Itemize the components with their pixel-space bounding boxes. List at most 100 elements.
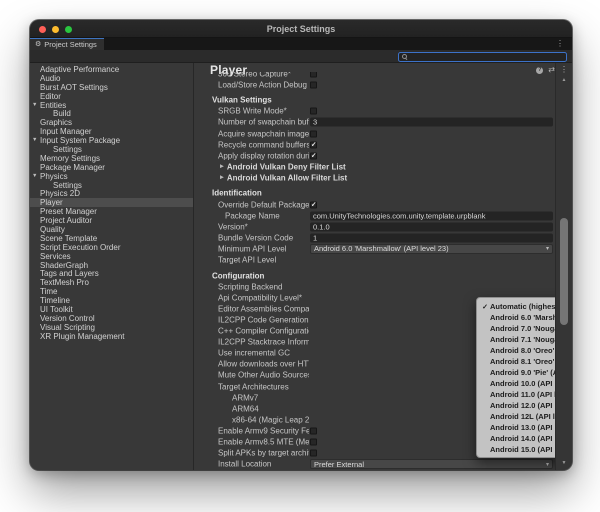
sidebar-item-memory-settings[interactable]: Memory Settings [30, 154, 193, 163]
sidebar-item-quality[interactable]: Quality [30, 225, 193, 234]
sidebar-item-time[interactable]: Time [30, 287, 193, 296]
tab-bar: ⚙ Project Settings ⋮ [30, 38, 572, 50]
sidebar-item-settings[interactable]: Settings [30, 181, 193, 190]
checkbox[interactable] [310, 427, 317, 434]
sidebar-item-version-control[interactable]: Version Control [30, 314, 193, 323]
scroll-down-icon[interactable]: ▼ [556, 460, 572, 466]
checkbox[interactable] [310, 108, 317, 115]
foldout-open-icon[interactable]: ▼ [32, 137, 37, 143]
checkbox[interactable] [310, 72, 317, 77]
sidebar-item-input-system-package[interactable]: ▼Input System Package [30, 136, 193, 145]
sidebar-item-label: Quality [40, 225, 65, 234]
sidebar-item-visual-scripting[interactable]: Visual Scripting [30, 323, 193, 332]
sidebar-item-label: Editor [40, 92, 61, 101]
sidebar-item-timeline[interactable]: Timeline [30, 296, 193, 305]
sidebar-item-build[interactable]: Build [30, 109, 193, 118]
dropdown[interactable]: Android 6.0 'Marshmallow' (API level 23)… [310, 244, 553, 254]
text-field[interactable]: 0.1.0 [310, 222, 553, 231]
maximize-button[interactable] [65, 26, 72, 33]
menu-item-android-13-0-api-level-33[interactable]: Android 13.0 (API level 33) [477, 422, 555, 433]
sidebar-item-scene-template[interactable]: Scene Template [30, 234, 193, 243]
sidebar-item-package-manager[interactable]: Package Manager [30, 163, 193, 172]
checkbox[interactable] [310, 81, 317, 88]
text-field[interactable]: 3 [310, 118, 553, 127]
sidebar-item-textmesh-pro[interactable]: TextMesh Pro [30, 278, 193, 287]
more-kebab-icon[interactable]: ⋮ [560, 66, 568, 74]
tab-label: Project Settings [44, 40, 97, 49]
setting-label: Split APKs by target architecture [218, 449, 309, 458]
menu-item-android-8-0-oreo-api-level-26[interactable]: Android 8.0 'Oreo' (API level 26) [477, 345, 555, 356]
sidebar-item-tags-and-layers[interactable]: Tags and Layers [30, 269, 193, 278]
sidebar-item-label: ShaderGraph [40, 261, 88, 270]
checkbox[interactable]: ✓ [310, 141, 317, 148]
foldout-row[interactable]: ▶Android Vulkan Allow Filter List [220, 173, 347, 182]
checkbox[interactable] [310, 439, 317, 446]
traffic-lights [39, 26, 72, 33]
setting-label: Apply display rotation during rendering [218, 151, 309, 160]
setting-label: Api Compatibility Level* [218, 293, 309, 302]
text-field[interactable]: 1 [310, 233, 553, 242]
foldout-closed-icon[interactable]: ▶ [220, 164, 224, 170]
foldout-row[interactable]: ▶Android Vulkan Deny Filter List [220, 162, 346, 171]
checkbox[interactable] [310, 450, 317, 457]
menu-item-android-15-0-api-level-35[interactable]: Android 15.0 (API level 35) [477, 444, 555, 455]
sidebar-item-physics-2d[interactable]: Physics 2D [30, 189, 193, 198]
foldout-open-icon[interactable]: ▼ [32, 173, 37, 179]
help-icon[interactable]: ? [536, 67, 543, 74]
menu-item-android-9-0-pie-api-level-28[interactable]: Android 9.0 'Pie' (API level 28) [477, 367, 555, 378]
menu-item-android-11-0-api-level-30[interactable]: Android 11.0 (API level 30) [477, 389, 555, 400]
titlebar[interactable]: Project Settings [30, 20, 572, 38]
menu-item-automatic-highest-installed[interactable]: ✓Automatic (highest installed) [477, 301, 555, 312]
checkbox[interactable] [310, 130, 317, 137]
sidebar-item-shadergraph[interactable]: ShaderGraph [30, 261, 193, 270]
sidebar-item-physics[interactable]: ▼Physics [30, 172, 193, 181]
search-input[interactable] [410, 53, 566, 61]
preset-icon[interactable]: ⇄ [548, 66, 555, 74]
foldout-closed-icon[interactable]: ▶ [220, 175, 224, 181]
setting-value: 1 [310, 233, 553, 242]
sidebar-item-services[interactable]: Services [30, 252, 193, 261]
menu-item-android-12l-api-level-32[interactable]: Android 12L (API level 32) [477, 411, 555, 422]
sidebar-item-xr-plugin-management[interactable]: XR Plugin Management [30, 332, 193, 341]
sidebar-item-graphics[interactable]: Graphics [30, 118, 193, 127]
setting-label: Target Architectures [218, 382, 309, 391]
sidebar-item-project-auditor[interactable]: Project Auditor [30, 216, 193, 225]
menu-item-android-6-0-marshmallow-api-level-23[interactable]: Android 6.0 'Marshmallow' (API level 23) [477, 312, 555, 323]
menu-item-android-7-0-nougat-api-level-24[interactable]: Android 7.0 'Nougat' (API level 24) [477, 323, 555, 334]
tab-project-settings[interactable]: ⚙ Project Settings [30, 38, 104, 50]
settings-row-360-stereo-capture: 360 Stereo Capture* [194, 72, 555, 79]
sidebar-item-entities[interactable]: ▼Entities [30, 101, 193, 110]
sidebar-item-script-execution-order[interactable]: Script Execution Order [30, 243, 193, 252]
checkbox[interactable]: ✓ [310, 152, 317, 159]
sidebar-item-burst-aot-settings[interactable]: Burst AOT Settings [30, 83, 193, 92]
close-button[interactable] [39, 26, 46, 33]
menu-item-label: Android 8.1 'Oreo' (API level 27) [490, 357, 555, 366]
sidebar-item-player[interactable]: Player [30, 198, 193, 207]
sidebar-item-label: Settings [53, 145, 82, 154]
sidebar-item-label: Physics 2D [40, 189, 80, 198]
minimize-button[interactable] [52, 26, 59, 33]
menu-item-android-14-0-api-level-34[interactable]: Android 14.0 (API level 34) [477, 433, 555, 444]
foldout-open-icon[interactable]: ▼ [32, 102, 37, 108]
settings-sidebar[interactable]: Adaptive PerformanceAudioBurst AOT Setti… [30, 63, 194, 470]
sidebar-item-editor[interactable]: Editor [30, 92, 193, 101]
menu-item-android-12-0-api-level-31[interactable]: Android 12.0 (API level 31) [477, 400, 555, 411]
menu-item-android-8-1-oreo-api-level-27[interactable]: Android 8.1 'Oreo' (API level 27) [477, 356, 555, 367]
sidebar-item-preset-manager[interactable]: Preset Manager [30, 207, 193, 216]
menu-item-android-10-0-api-level-29[interactable]: Android 10.0 (API level 29) [477, 378, 555, 389]
tab-menu-kebab-icon[interactable]: ⋮ [556, 38, 564, 50]
text-field[interactable]: com.UnityTechnologies.com.unity.template… [310, 211, 553, 220]
scroll-up-icon[interactable]: ▲ [556, 77, 572, 83]
sidebar-item-settings[interactable]: Settings [30, 145, 193, 154]
sidebar-item-ui-toolkit[interactable]: UI Toolkit [30, 305, 193, 314]
menu-item-label: Android 8.0 'Oreo' (API level 26) [490, 346, 555, 355]
scrollbar[interactable]: ▲ ▼ [555, 63, 572, 470]
menu-item-android-7-1-nougat-api-level-25[interactable]: Android 7.1 'Nougat' (API level 25) [477, 334, 555, 345]
scrollbar-thumb[interactable] [560, 218, 568, 325]
sidebar-item-audio[interactable]: Audio [30, 74, 193, 83]
search-field[interactable] [398, 52, 567, 62]
sidebar-item-input-manager[interactable]: Input Manager [30, 127, 193, 136]
checkbox[interactable]: ✓ [310, 201, 317, 208]
dropdown[interactable]: Prefer External▾ [310, 459, 553, 469]
sidebar-item-adaptive-performance[interactable]: Adaptive Performance [30, 65, 193, 74]
